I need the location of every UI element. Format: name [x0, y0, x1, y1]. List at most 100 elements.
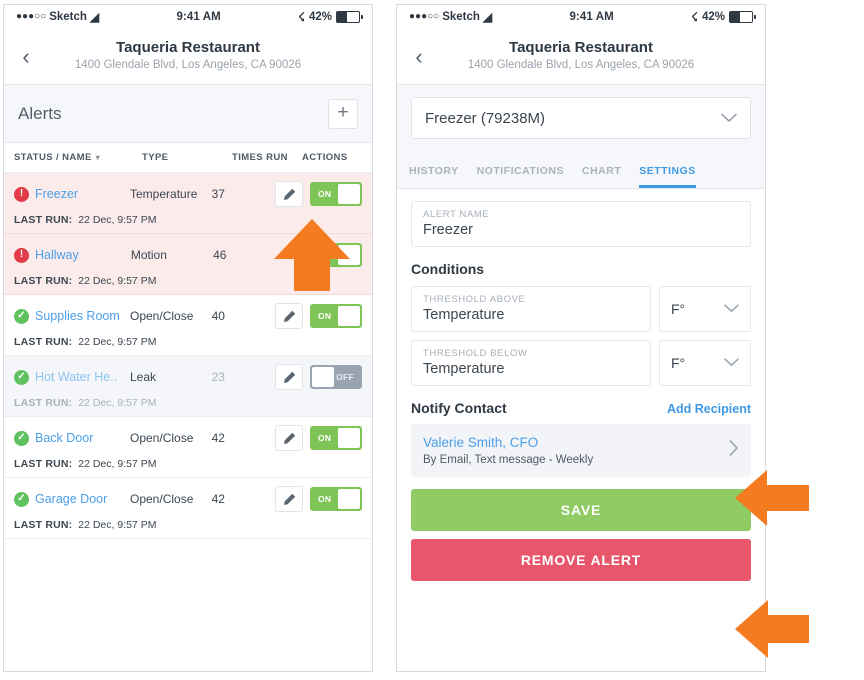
- device-select-value: Freezer (79238M): [425, 109, 546, 127]
- row-actions-cell: ON: [275, 425, 362, 451]
- page-subtitle-address: 1400 Glendale Blvd, Los Angeles, CA 9002…: [74, 59, 302, 72]
- table-row-main: Garage Door Open/Close 42 ON: [14, 486, 362, 512]
- status-ok-check-icon: [14, 369, 29, 385]
- table-row[interactable]: Garage Door Open/Close 42 ON LAST RUN: 22 De…: [4, 478, 372, 539]
- status-bar-right-group: ☇ 42%: [298, 10, 363, 24]
- table-row-main: Freezer Temperature 37 ON: [14, 181, 362, 207]
- edit-pencil-button[interactable]: [275, 181, 303, 207]
- alert-enabled-toggle[interactable]: OFF: [310, 365, 362, 389]
- threshold-below-label: THRESHOLD BELOW: [423, 348, 528, 359]
- status-bar-time: 9:41 AM: [176, 11, 221, 23]
- row-actions-cell: ON: [275, 486, 362, 512]
- nav-title-group: Taqueria Restaurant 1400 Glendale Blvd, …: [48, 39, 372, 73]
- phone-screen-alerts-list: ●●●○○ Sketch ◢ 9:41 AM ☇ 42% ‹ Taqueria …: [3, 4, 373, 672]
- nav-header-left: ‹ Taqueria Restaurant 1400 Glendale Blvd…: [4, 29, 372, 85]
- remove-alert-button[interactable]: REMOVE ALERT: [411, 539, 751, 582]
- row-status-name-cell[interactable]: Supplies Room: [14, 308, 130, 324]
- row-times-run-cell: 42: [211, 492, 225, 506]
- notify-contact-header: Notify Contact Add Recipient: [411, 400, 751, 416]
- phone-screen-alert-settings: ●●●○○ Sketch ◢ 9:41 AM ☇ 42% ‹ Taqueria …: [396, 4, 766, 672]
- add-recipient-link[interactable]: Add Recipient: [667, 402, 751, 416]
- settings-tab-bar: HISTORY NOTIFICATIONS CHART SETTINGS: [397, 153, 765, 189]
- row-type-cell: Open/Close: [130, 309, 194, 323]
- alert-enabled-toggle[interactable]: ON: [310, 182, 362, 206]
- tab-chart[interactable]: CHART: [582, 165, 621, 188]
- table-row[interactable]: Supplies Room Open/Close 40 ON LAST RUN: 22 …: [4, 295, 372, 356]
- edit-pencil-button[interactable]: [275, 425, 303, 451]
- tab-settings[interactable]: SETTINGS: [639, 165, 696, 188]
- alerts-section-header: Alerts +: [4, 85, 372, 143]
- edit-pencil-button[interactable]: [275, 364, 303, 390]
- alert-enabled-toggle[interactable]: ON: [310, 426, 362, 450]
- threshold-below-field[interactable]: THRESHOLD BELOW Temperature: [411, 340, 651, 386]
- toggle-knob: [312, 367, 334, 387]
- last-run-label: LAST RUN:: [14, 275, 73, 287]
- row-status-name-cell[interactable]: Garage Door: [14, 491, 130, 507]
- contact-list-item[interactable]: Valerie Smith, CFO By Email, Text messag…: [411, 424, 751, 478]
- row-times-run-cell: 40: [211, 309, 225, 323]
- threshold-above-unit-select[interactable]: F°: [659, 286, 751, 332]
- status-bar-right: ●●●○○ Sketch ◢ 9:41 AM ☇ 42%: [397, 5, 765, 29]
- contact-name: Valerie Smith, CFO: [423, 435, 539, 450]
- row-alert-name: Hot Water He..: [35, 370, 118, 384]
- save-button[interactable]: SAVE: [411, 489, 751, 532]
- edit-pencil-button[interactable]: [275, 486, 303, 512]
- device-select[interactable]: Freezer (79238M): [411, 97, 751, 139]
- back-button[interactable]: ‹: [397, 45, 441, 68]
- last-run-label: LAST RUN:: [14, 458, 73, 470]
- status-ok-check-icon: [14, 430, 29, 446]
- row-last-run: LAST RUN: 22 Dec, 9:57 PM: [14, 458, 362, 470]
- chevron-down-icon: ▾: [95, 153, 101, 162]
- alert-enabled-toggle[interactable]: ON: [310, 304, 362, 328]
- chevron-down-icon: [721, 111, 737, 126]
- row-status-name-cell[interactable]: Hot Water He..: [14, 369, 130, 385]
- column-header-status-name[interactable]: STATUS / NAME ▾: [14, 152, 142, 163]
- threshold-above-field[interactable]: THRESHOLD ABOVE Temperature: [411, 286, 651, 332]
- add-alert-button[interactable]: +: [328, 98, 358, 129]
- alert-name-field[interactable]: ALERT NAME Freezer: [411, 201, 751, 247]
- battery-percent-label: 42%: [701, 11, 725, 23]
- toggle-knob: [338, 306, 360, 326]
- alerts-heading: Alerts: [18, 103, 62, 123]
- row-alert-name: Garage Door: [35, 492, 108, 506]
- row-status-name-cell[interactable]: Back Door: [14, 430, 130, 446]
- page-title: Taqueria Restaurant: [116, 39, 260, 57]
- row-status-name-cell[interactable]: Freezer: [14, 186, 130, 202]
- chevron-right-icon: [729, 440, 739, 460]
- alert-enabled-toggle[interactable]: ON: [310, 487, 362, 511]
- last-run-label: LAST RUN:: [14, 214, 73, 226]
- threshold-below-unit-select[interactable]: F°: [659, 340, 751, 386]
- row-actions-cell: OFF: [275, 364, 362, 390]
- status-bar-right-group: ☇ 42%: [691, 10, 756, 24]
- toggle-knob: [338, 184, 360, 204]
- status-ok-check-icon: [14, 491, 29, 507]
- table-row[interactable]: Back Door Open/Close 42 ON LAST RUN: 22 Dec,…: [4, 417, 372, 478]
- toggle-knob: [338, 428, 360, 448]
- column-header-times-run: TIMES RUN: [232, 152, 288, 163]
- arrow-pointing-remove-alert: [735, 600, 809, 658]
- status-ok-check-icon: [14, 308, 29, 324]
- column-header-type: TYPE: [142, 152, 169, 163]
- row-times-run-cell: 23: [211, 370, 225, 384]
- alert-warning-icon: [14, 186, 29, 202]
- back-button[interactable]: ‹: [4, 45, 48, 68]
- table-row-main: Back Door Open/Close 42 ON: [14, 425, 362, 451]
- arrow-pointing-edit-pencil: [274, 219, 350, 291]
- contact-delivery-meta: By Email, Text message - Weekly: [423, 454, 594, 467]
- table-row[interactable]: Hot Water He.. Leak 23 OFF LAST RUN: 22 Dec,…: [4, 356, 372, 417]
- status-bar-carrier-group-right: ●●●○○ Sketch ◢: [409, 10, 492, 24]
- toggle-state-label: OFF: [336, 372, 354, 382]
- nav-title-group: Taqueria Restaurant 1400 Glendale Blvd, …: [441, 39, 765, 73]
- bluetooth-icon: ☇: [691, 10, 698, 24]
- tab-notifications[interactable]: NOTIFICATIONS: [477, 165, 564, 188]
- toggle-state-label: ON: [318, 189, 332, 199]
- row-status-name-cell[interactable]: Hallway: [14, 247, 131, 263]
- signal-dots-icon: ●●●○○: [16, 11, 47, 22]
- tab-history[interactable]: HISTORY: [409, 165, 459, 188]
- row-alert-name: Back Door: [35, 431, 94, 445]
- page-subtitle-address: 1400 Glendale Blvd, Los Angeles, CA 9002…: [467, 59, 695, 72]
- edit-pencil-button[interactable]: [275, 303, 303, 329]
- chevron-down-icon: [724, 354, 739, 372]
- threshold-below-value: Temperature: [423, 361, 505, 377]
- device-select-wrapper: Freezer (79238M): [397, 85, 765, 153]
